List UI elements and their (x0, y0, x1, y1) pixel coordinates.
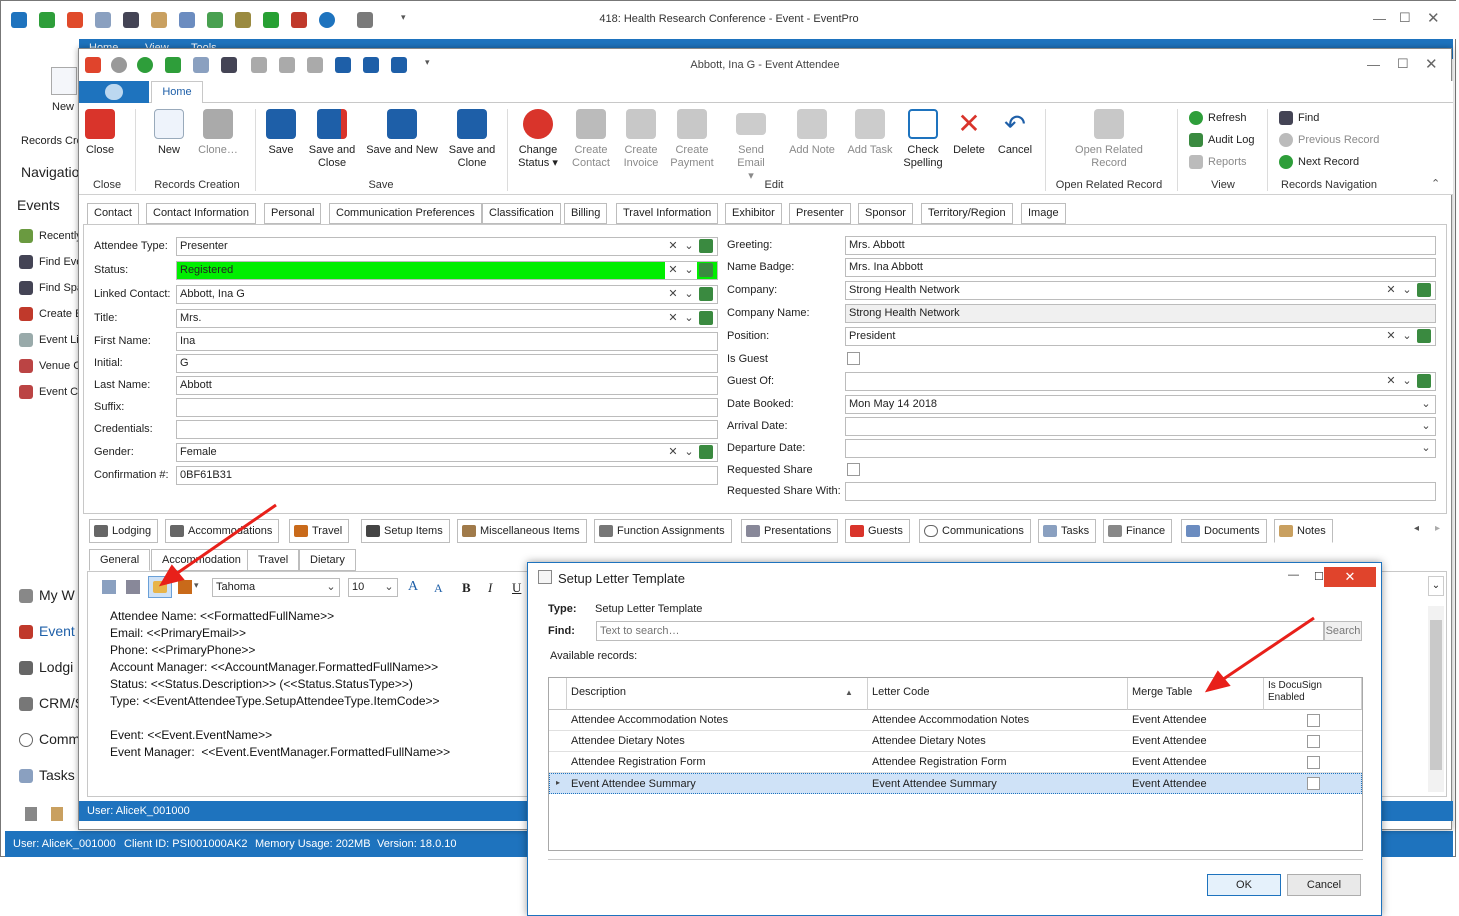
arrow-head-icon (158, 564, 185, 587)
arrow-to-merge-table-icon (1221, 616, 1315, 682)
arrow-head-icon (1204, 670, 1231, 693)
annotation-arrows (158, 503, 1315, 693)
arrow-to-open-template-icon (175, 503, 277, 576)
